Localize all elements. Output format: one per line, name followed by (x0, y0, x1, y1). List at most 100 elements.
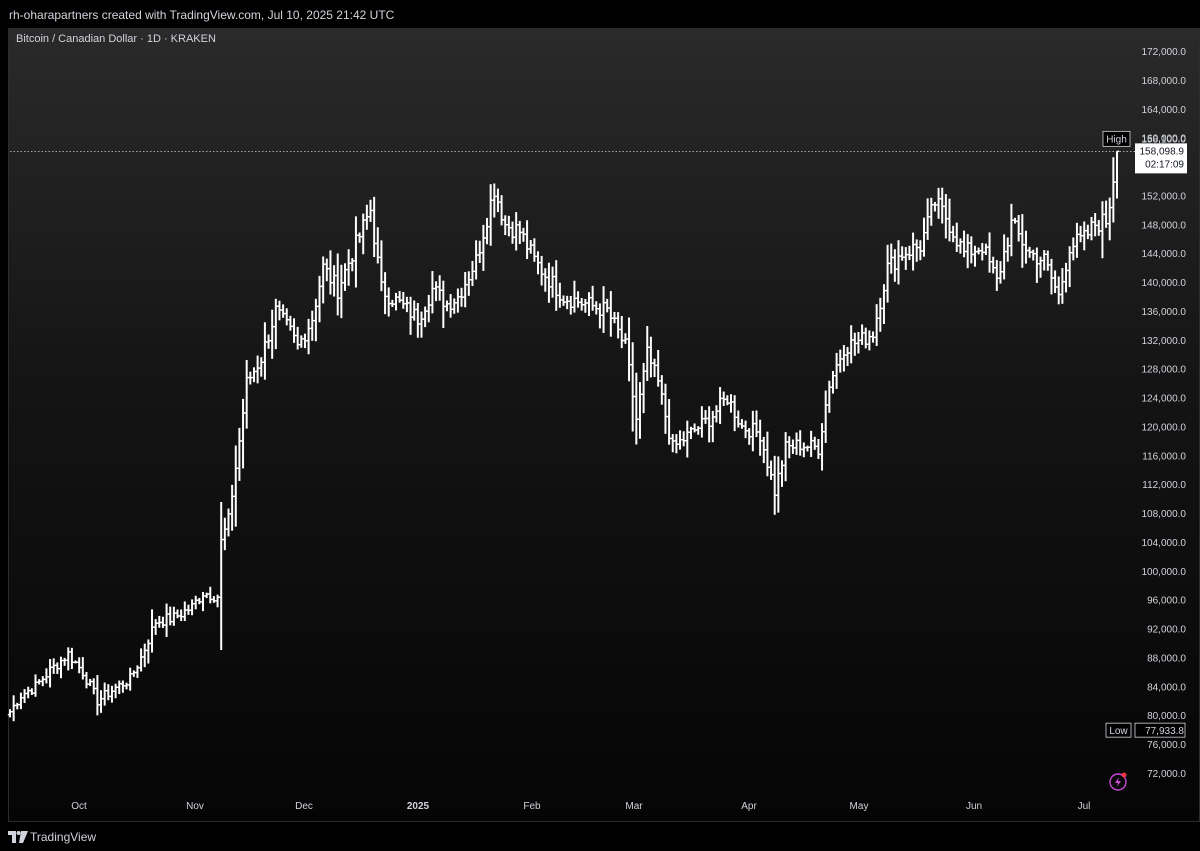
ohlc-bar (29, 688, 35, 696)
tradingview-logo-icon (8, 831, 28, 843)
ohlc-bar (342, 263, 348, 291)
ohlc-bar (182, 601, 187, 622)
ohlc-bar (1031, 249, 1036, 261)
ohlc-bar (812, 436, 817, 450)
ohlc-bar (240, 398, 246, 469)
ohlc-bar (739, 419, 745, 429)
ohlc-bar (1038, 256, 1043, 278)
ohlc-bar (972, 245, 978, 267)
x-tick-label: Mar (625, 801, 643, 812)
ohlc-bar (1096, 219, 1101, 236)
ohlc-bar (1052, 270, 1058, 294)
ohlc-bar (845, 347, 850, 367)
ohlc-bar (634, 372, 639, 445)
ohlc-bar (958, 238, 963, 254)
ohlc-bar (808, 430, 814, 458)
ohlc-bar (222, 517, 228, 551)
ohlc-bar (950, 225, 956, 243)
ohlc-bar (728, 394, 734, 413)
ohlc-bar (819, 423, 825, 471)
ohlc-bar (350, 258, 355, 272)
ohlc-bar (98, 690, 104, 713)
ohlc-bar (863, 327, 868, 349)
ohlc-bar (197, 597, 202, 605)
ohlc-bar (200, 591, 206, 612)
ohlc-bar (714, 405, 719, 423)
ohlc-bar (1107, 197, 1112, 241)
ohlc-bar (477, 240, 482, 264)
ohlc-bar (331, 265, 337, 297)
ohlc-bar (1074, 222, 1080, 258)
ohlc-bar (848, 325, 854, 364)
ohlc-bar (794, 432, 799, 455)
ohlc-bar (757, 419, 763, 456)
ohlc-bar (513, 212, 519, 251)
ohlc-chart[interactable]: 172,000.0168,000.0164,000.0160,000.0156,… (0, 0, 1200, 851)
ohlc-bar (994, 260, 1000, 291)
ohlc-bar (178, 609, 184, 622)
ohlc-bar (40, 676, 45, 687)
ohlc-bar (532, 238, 537, 262)
ohlc-bar (899, 246, 905, 261)
ohlc-bar (142, 643, 147, 668)
ohlc-bar (470, 260, 475, 287)
ohlc-bar (120, 680, 126, 693)
ohlc-bar (754, 410, 759, 438)
x-tick-label: Feb (523, 801, 541, 812)
ohlc-bar (801, 442, 807, 458)
ohlc-bar (619, 316, 624, 349)
ohlc-bar (874, 304, 879, 346)
y-tick-label: 100,000.0 (1142, 567, 1187, 578)
ohlc-bar (626, 317, 632, 382)
ohlc-bar (696, 426, 701, 435)
ohlc-bar (1060, 268, 1065, 304)
ohlc-bar (892, 249, 898, 282)
ohlc-bar (124, 682, 129, 690)
ohlc-bar (397, 291, 402, 303)
ohlc-bar (550, 266, 555, 298)
y-tick-label: 144,000.0 (1142, 249, 1187, 260)
y-tick-label: 104,000.0 (1142, 538, 1187, 549)
y-tick-label: 80,000.0 (1147, 711, 1186, 722)
ohlc-bar (7, 709, 13, 718)
ohlc-bar (732, 395, 737, 432)
ohlc-bar (645, 325, 650, 381)
ohlc-bar (1049, 258, 1054, 295)
ohlc-bar (947, 198, 952, 242)
ohlc-bar (1063, 262, 1069, 293)
ohlc-bar (426, 294, 431, 323)
ohlc-bar (896, 240, 901, 285)
ohlc-bar (481, 224, 486, 271)
ohlc-bar (543, 268, 548, 292)
ohlc-bar (87, 678, 93, 687)
ohlc-bar (229, 484, 235, 531)
ohlc-bar (26, 686, 31, 699)
ohlc-bar (317, 275, 322, 323)
ohlc-bar (637, 382, 643, 439)
ohlc-bar (685, 420, 690, 458)
ohlc-bar (681, 431, 686, 447)
ohlc-bar (15, 702, 20, 710)
ohlc-bar (524, 220, 530, 260)
ohlc-bar (921, 217, 927, 257)
ohlc-bar (586, 292, 592, 316)
ohlc-bar (1078, 225, 1083, 243)
ohlc-bar (171, 606, 177, 626)
ohlc-bar (918, 240, 923, 261)
ohlc-bar (208, 586, 213, 604)
ohlc-bar (33, 674, 38, 697)
ohlc-bar (269, 309, 275, 359)
ohlc-bar (306, 318, 311, 355)
ohlc-bar (335, 253, 340, 316)
ohlc-bar (328, 250, 333, 295)
ohlc-bar (138, 648, 144, 672)
ohlc-bar (66, 647, 71, 671)
ohlc-bar (867, 330, 872, 351)
ohlc-bar (193, 595, 198, 610)
ohlc-bar (84, 671, 89, 689)
alert-icon[interactable] (1109, 772, 1127, 791)
ohlc-bar (219, 502, 224, 650)
ohlc-bar (189, 599, 195, 616)
time-axis: Oct Nov Dec 2025 Feb Mar Apr May Jun Jul (71, 801, 1090, 812)
x-tick-label: Jun (966, 801, 982, 812)
